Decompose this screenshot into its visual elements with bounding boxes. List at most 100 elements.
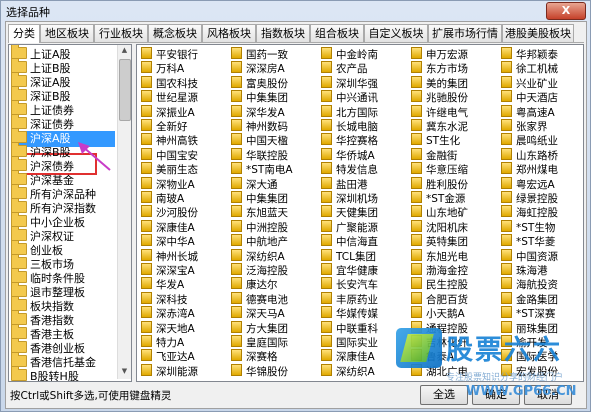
stock-item[interactable]: 深纺织A (321, 363, 375, 378)
tab-6[interactable]: 组合板块 (310, 24, 364, 42)
stock-item[interactable]: 国农科技 (141, 75, 198, 90)
stock-item[interactable]: 英特集团 (411, 234, 468, 248)
stock-item[interactable]: 华媒传媒 (321, 306, 378, 320)
stock-item[interactable]: 中兴通讯 (321, 90, 378, 104)
stock-item[interactable]: 皇庭国际 (231, 335, 288, 349)
stock-item[interactable]: 深深房A (231, 61, 285, 75)
stock-item[interactable]: 宜华健康 (321, 263, 378, 277)
stock-item[interactable]: ST生化 (411, 133, 460, 147)
stock-item[interactable]: 冀东水泥 (411, 119, 468, 133)
stock-item[interactable]: 华意压缩 (411, 162, 468, 176)
stock-item[interactable]: 农产品 (321, 61, 368, 75)
stock-item[interactable]: 美丽生态 (141, 162, 198, 176)
stock-item[interactable]: 张家界 (501, 119, 548, 133)
stock-item[interactable]: *ST华菱 (501, 234, 555, 248)
stock-item[interactable]: 中集集团 (231, 90, 288, 104)
stock-item[interactable]: 华控赛格 (321, 133, 378, 147)
stock-item[interactable]: 山东地矿 (411, 205, 468, 219)
stock-item[interactable]: 盐田港 (321, 176, 368, 191)
stock-item[interactable]: 东旭蓝天 (231, 205, 288, 219)
stock-item[interactable]: 长安汽车 (321, 277, 378, 291)
stock-item[interactable]: 华发A (141, 277, 184, 291)
stock-item[interactable]: 小天鹅A (411, 306, 465, 320)
stock-item[interactable]: 广聚能源 (321, 219, 378, 234)
tab-7[interactable]: 自定义板块 (364, 24, 428, 42)
stock-item[interactable]: 中联重科 (321, 320, 378, 335)
stock-item[interactable]: 神州数码 (231, 119, 288, 133)
scroll-thumb[interactable] (119, 59, 131, 121)
stock-item[interactable]: 美的集团 (411, 75, 468, 90)
scroll-up-arrow-icon[interactable]: ▲ (120, 46, 129, 54)
tree-scrollbar[interactable]: ▲ ▼ (117, 45, 131, 379)
stock-item[interactable]: 许继电气 (411, 104, 468, 119)
stock-item[interactable]: 深科技 (141, 291, 188, 306)
stock-item[interactable]: 深华发A (231, 104, 285, 119)
tab-9[interactable]: 港股美股板块 (502, 24, 574, 42)
tree-item[interactable]: B股转H股 (11, 366, 115, 381)
stock-item[interactable]: 粤高速A (501, 104, 555, 119)
stock-item[interactable]: 深赤湾A (141, 306, 195, 320)
stock-item[interactable]: *ST南电A (231, 162, 293, 176)
tab-2[interactable]: 行业板块 (94, 24, 148, 42)
stock-item[interactable]: 德赛电池 (231, 291, 288, 306)
stock-item[interactable]: 飞亚达A (141, 349, 195, 363)
stock-item[interactable]: TCL集团 (321, 248, 376, 263)
stock-item[interactable]: 深中华A (141, 234, 195, 248)
stock-item[interactable]: 神州长城 (141, 248, 198, 263)
category-tree[interactable]: ▲ ▼ 上证A股 上证B股 深证A股 深证B股 上证债券 深证债券 沪深A股 沪深B股 沪深债券… (8, 44, 132, 382)
stock-item[interactable]: 海航投资 (501, 277, 558, 291)
stock-item[interactable]: 中国资源 (501, 248, 558, 263)
stock-item[interactable]: 中国天楹 (231, 133, 288, 147)
stock-item[interactable]: 申万宏源 (411, 47, 468, 61)
stock-item[interactable]: 深康佳A (321, 349, 375, 363)
stock-item[interactable]: 天健集团 (321, 205, 378, 219)
stock-item[interactable]: 神州高铁 (141, 133, 198, 147)
stock-item[interactable]: 深深宝A (141, 263, 195, 277)
stock-item[interactable]: 中金岭南 (321, 47, 378, 61)
stock-item[interactable]: 富奥股份 (231, 75, 288, 90)
tab-3[interactable]: 概念板块 (148, 24, 202, 42)
stock-item[interactable]: 深振业A (141, 104, 195, 119)
stock-item[interactable]: 沈阳机床 (411, 219, 468, 234)
stock-item[interactable]: 徐工机械 (501, 61, 558, 75)
stock-item[interactable]: *ST生物 (501, 219, 555, 234)
stock-item[interactable]: 华锦股份 (231, 363, 288, 378)
stock-item[interactable]: 中集集团 (231, 191, 288, 205)
tab-1[interactable]: 地区板块 (40, 24, 94, 42)
stock-item[interactable]: 郑州煤电 (501, 162, 558, 176)
stock-item[interactable]: 深圳能源 (141, 363, 198, 378)
stock-item[interactable]: 康达尔 (231, 277, 278, 291)
stock-item[interactable]: 深圳华强 (321, 75, 378, 90)
stock-item[interactable]: 兴业矿业 (501, 75, 558, 90)
stock-item[interactable]: 南玻A (141, 191, 184, 205)
stock-item[interactable]: 粤宏远A (501, 176, 555, 191)
stock-item[interactable]: 长城电脑 (321, 119, 378, 133)
stock-item[interactable]: 深圳机场 (321, 191, 378, 205)
stock-item[interactable]: 深天马A (231, 306, 285, 320)
tab-5[interactable]: 指数板块 (256, 24, 310, 42)
stock-item[interactable]: 国际实业 (321, 335, 378, 349)
stock-item[interactable]: 国药一致 (231, 47, 288, 61)
stock-item[interactable]: *ST金源 (411, 191, 465, 205)
stock-item[interactable]: 世纪星源 (141, 90, 198, 104)
stock-item[interactable]: 合肥百货 (411, 291, 468, 306)
stock-item[interactable]: 深天地A (141, 320, 195, 335)
stock-item[interactable]: 中天酒店 (501, 90, 558, 104)
tab-0[interactable]: 分类 (8, 24, 40, 43)
stock-item[interactable]: 深物业A (141, 176, 195, 191)
stock-item[interactable]: 中洲控股 (231, 219, 288, 234)
tab-8[interactable]: 扩展市场行情 (428, 24, 502, 42)
stock-item[interactable]: *ST深赛 (501, 306, 555, 320)
stock-item[interactable]: 中国宝安 (141, 147, 198, 162)
stock-item[interactable]: 东旭光电 (411, 248, 468, 263)
stock-item[interactable]: 珠海港 (501, 263, 548, 277)
stock-item[interactable]: 华联控股 (231, 147, 288, 162)
stock-item[interactable]: 胜利股份 (411, 176, 468, 191)
stock-item[interactable]: 特力A (141, 335, 184, 349)
stock-item[interactable]: 晨鸣纸业 (501, 133, 558, 147)
stock-item[interactable]: 金融街 (411, 147, 458, 162)
stock-item[interactable]: 丰原药业 (321, 291, 378, 306)
stock-item[interactable]: 金路集团 (501, 291, 558, 306)
scroll-down-arrow-icon[interactable]: ▼ (120, 367, 129, 375)
stock-item[interactable]: 民生控股 (411, 277, 468, 291)
